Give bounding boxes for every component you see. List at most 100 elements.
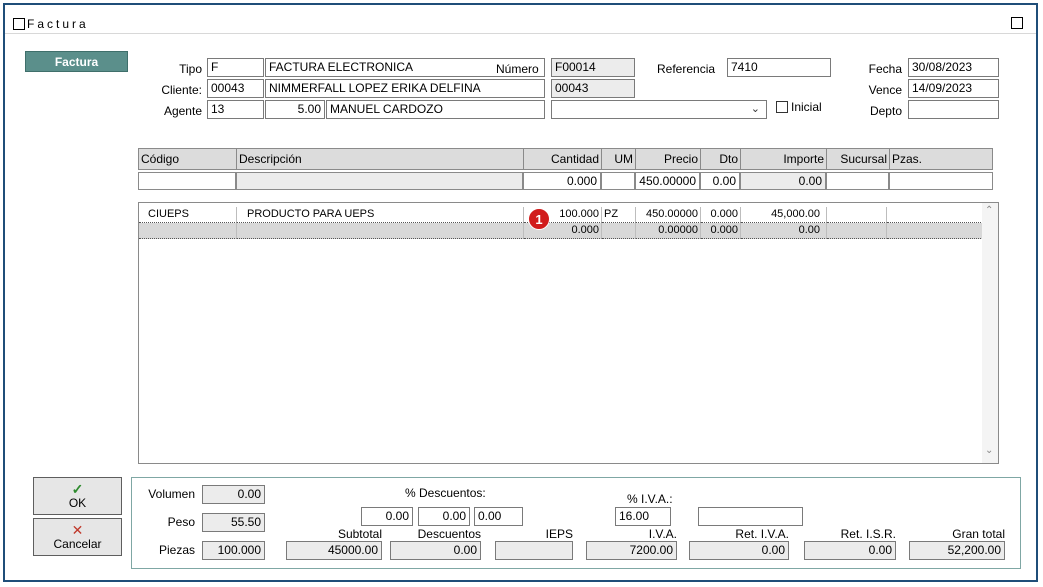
- grid-input-row: 0.000 450.00000 0.00 0.00: [138, 172, 993, 190]
- chevron-down-icon[interactable]: ⌄: [751, 102, 760, 115]
- input-pzas[interactable]: [889, 172, 993, 190]
- depto-field[interactable]: [908, 100, 999, 119]
- tipo-label: Tipo: [179, 62, 202, 76]
- input-codigo[interactable]: [138, 172, 236, 190]
- piezas-label: Piezas: [158, 543, 195, 557]
- depto-label: Depto: [869, 104, 902, 118]
- input-dto[interactable]: 0.00: [700, 172, 740, 190]
- subtotal-field: 45000.00: [286, 541, 382, 560]
- numero-label: Número: [496, 62, 539, 76]
- volumen-field: 0.00: [202, 485, 265, 504]
- col-um[interactable]: UM: [602, 149, 636, 169]
- input-precio[interactable]: 450.00000: [635, 172, 700, 190]
- col-importe[interactable]: Importe: [741, 149, 827, 169]
- table-row[interactable]: CIUEPS PRODUCTO PARA UEPS 100.000 PZ 450…: [139, 207, 997, 223]
- cell-descripcion: PRODUCTO PARA UEPS: [237, 207, 524, 223]
- cancel-button[interactable]: ✕ Cancelar: [33, 518, 122, 556]
- input-um[interactable]: [601, 172, 635, 190]
- agente-code-field[interactable]: 13: [207, 100, 264, 119]
- peso-field: 55.50: [202, 513, 265, 532]
- agente-name-field: MANUEL CARDOZO: [326, 100, 545, 119]
- cell-codigo: CIUEPS: [139, 207, 237, 223]
- ok-button[interactable]: ✓ OK: [33, 477, 122, 515]
- referencia-field[interactable]: 7410: [727, 58, 831, 77]
- tab-factura[interactable]: Factura: [25, 51, 128, 72]
- maximize-icon[interactable]: [1011, 17, 1023, 29]
- input-sucursal[interactable]: [826, 172, 889, 190]
- col-cantidad[interactable]: Cantidad: [524, 149, 602, 169]
- cell-codigo: [139, 223, 237, 239]
- ret-iva-label: Ret. I.V.A.: [689, 527, 789, 542]
- gran-total-field: 52,200.00: [909, 541, 1005, 560]
- ret-isr-field: 0.00: [804, 541, 896, 560]
- ok-label: OK: [68, 496, 87, 510]
- agente-pct-field[interactable]: 5.00: [265, 100, 325, 119]
- iva-pct-field[interactable]: 16.00: [615, 507, 671, 526]
- col-sucursal[interactable]: Sucursal: [827, 149, 890, 169]
- ret-isr-label: Ret. I.S.R.: [804, 527, 896, 542]
- descuentos-label: Descuentos: [390, 527, 481, 542]
- tipo-code-field[interactable]: F: [207, 58, 264, 77]
- cell-precio: 450.00000: [636, 207, 701, 223]
- cell-sucursal: [827, 223, 887, 239]
- cell-dto: 0.000: [701, 223, 741, 239]
- desc2-field[interactable]: 0.00: [418, 507, 470, 526]
- peso-label: Peso: [167, 515, 195, 529]
- referencia-label: Referencia: [657, 62, 716, 76]
- title-bar: [5, 5, 1036, 34]
- cliente-code-field[interactable]: 00043: [207, 79, 264, 98]
- subtotal-label: Subtotal: [286, 527, 382, 542]
- cell-sucursal: [827, 207, 887, 223]
- gran-total-label: Gran total: [909, 527, 1005, 542]
- descuentos-field: 0.00: [390, 541, 481, 560]
- col-dto[interactable]: Dto: [701, 149, 741, 169]
- col-precio[interactable]: Precio: [636, 149, 701, 169]
- vence-field[interactable]: 14/09/2023: [908, 79, 999, 98]
- cell-pzas: [887, 223, 983, 239]
- col-codigo[interactable]: Código: [139, 149, 237, 169]
- close-icon: ✕: [71, 522, 84, 538]
- iva-pct-label: % I.V.A.:: [627, 492, 673, 506]
- cancel-label: Cancelar: [53, 537, 102, 551]
- col-descripcion[interactable]: Descripción: [237, 149, 524, 169]
- cell-pzas: [887, 207, 983, 223]
- vence-label: Vence: [868, 83, 902, 97]
- cell-um: PZ: [602, 207, 636, 223]
- window-icon: [13, 18, 25, 30]
- cell-importe: 0.00: [741, 223, 827, 239]
- vertical-scrollbar[interactable]: ⌃ ⌄: [982, 203, 998, 463]
- desc1-field[interactable]: 0.00: [361, 507, 413, 526]
- ieps-field: [495, 541, 573, 560]
- cell-um: [602, 223, 636, 239]
- table-row[interactable]: 0.000 0.00000 0.000 0.00: [139, 223, 997, 239]
- cliente-label: Cliente:: [161, 83, 202, 97]
- input-importe: 0.00: [740, 172, 826, 190]
- iva-label: I.V.A.: [586, 527, 677, 542]
- agente-label: Agente: [163, 104, 202, 118]
- cell-dto: 0.000: [701, 207, 741, 223]
- cliente-extra-field: 00043: [551, 79, 635, 98]
- window-title: Factura: [27, 17, 89, 31]
- iva-field: 7200.00: [586, 541, 677, 560]
- fecha-field[interactable]: 30/08/2023: [908, 58, 999, 77]
- cell-descripcion: [237, 223, 524, 239]
- inicial-checkbox[interactable]: [776, 101, 788, 113]
- desc3-field[interactable]: 0.00: [474, 507, 523, 526]
- extra-field[interactable]: [698, 507, 803, 526]
- cell-importe: 45,000.00: [741, 207, 827, 223]
- volumen-label: Volumen: [148, 487, 195, 501]
- col-pzas[interactable]: Pzas.: [890, 149, 992, 169]
- ret-iva-field: 0.00: [689, 541, 789, 560]
- inicial-label: Inicial: [791, 100, 822, 114]
- scroll-down-icon[interactable]: ⌄: [985, 445, 993, 456]
- cliente-name-field: NIMMERFALL LOPEZ ERIKA DELFINA: [265, 79, 545, 98]
- checkmark-icon: ✓: [71, 481, 84, 497]
- items-list[interactable]: CIUEPS PRODUCTO PARA UEPS 100.000 PZ 450…: [138, 202, 999, 464]
- input-descripcion: [236, 172, 523, 190]
- combo-select[interactable]: ⌄: [551, 100, 767, 119]
- cell-precio: 0.00000: [636, 223, 701, 239]
- input-cantidad[interactable]: 0.000: [523, 172, 601, 190]
- marker-badge: 1: [528, 208, 550, 230]
- piezas-field: 100.000: [202, 541, 265, 560]
- scroll-up-icon[interactable]: ⌃: [985, 205, 993, 216]
